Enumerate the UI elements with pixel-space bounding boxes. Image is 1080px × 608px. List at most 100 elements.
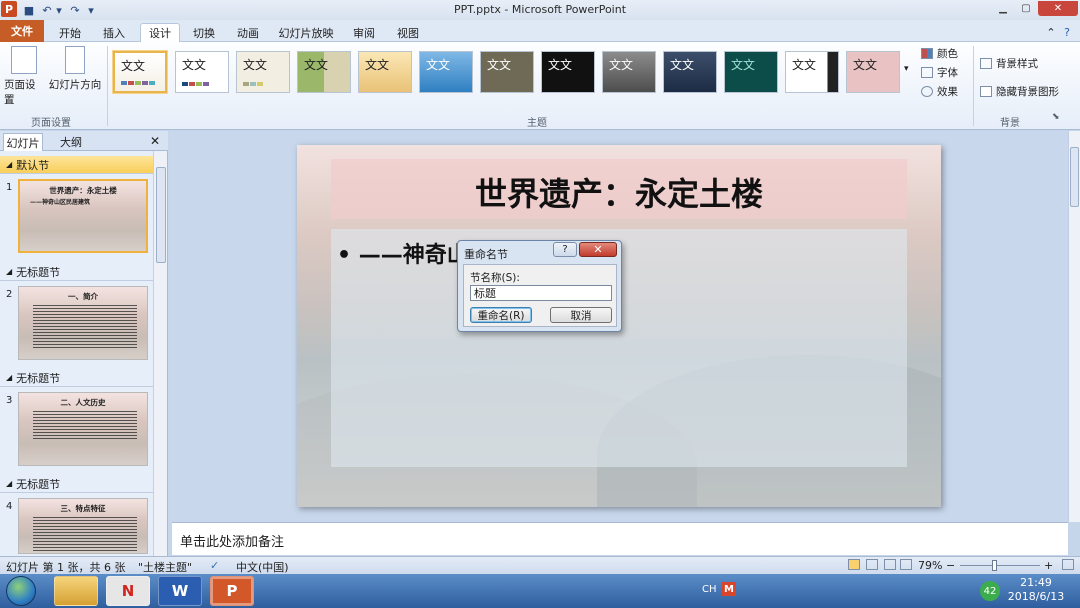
slide-count-status: 幻灯片 第 1 张，共 6 张 bbox=[6, 561, 126, 574]
minimize-icon[interactable]: ▁ bbox=[992, 1, 1014, 16]
slide-thumbnail-title: 一、简介 bbox=[68, 292, 98, 301]
normal-view-icon[interactable] bbox=[848, 559, 860, 570]
window-title: PPT.pptx - Microsoft PowerPoint bbox=[453, 3, 627, 16]
collapse-triangle-icon[interactable]: ◢ bbox=[6, 267, 12, 276]
file-explorer-icon[interactable] bbox=[54, 576, 98, 606]
background-styles-button[interactable]: 背景样式 bbox=[980, 56, 1038, 71]
zoom-in-button[interactable]: + bbox=[1044, 559, 1053, 572]
group-divider bbox=[973, 46, 974, 126]
notes-pane[interactable]: 单击此处添加备注 bbox=[172, 522, 1068, 555]
theme-thumbnail-clarity[interactable]: 文文 bbox=[602, 51, 656, 93]
input-language-indicator[interactable]: CH bbox=[702, 584, 717, 595]
zoom-slider-handle[interactable] bbox=[992, 560, 997, 571]
fonts-icon bbox=[921, 67, 933, 78]
page-setup-icon bbox=[11, 46, 37, 74]
spell-check-icon[interactable]: ✓ bbox=[210, 559, 219, 572]
theme-colors-button[interactable]: 颜色 bbox=[921, 46, 958, 61]
theme-thumbnail-civic[interactable]: 文文 bbox=[541, 51, 595, 93]
reading-view-icon[interactable] bbox=[884, 559, 896, 570]
tab-review[interactable]: 审阅 bbox=[346, 23, 382, 42]
background-dialog-launcher-icon[interactable]: ⬊ bbox=[1052, 112, 1060, 122]
section-header[interactable]: ◢ 默认节 bbox=[0, 156, 153, 174]
section-header[interactable]: ◢ 无标题节 bbox=[0, 263, 153, 281]
fit-slide-icon[interactable] bbox=[1062, 559, 1074, 570]
slideshow-view-icon[interactable] bbox=[900, 559, 912, 570]
page-setup-button[interactable]: 页面设置 bbox=[4, 46, 44, 107]
theme-thumbnail-adjacency[interactable]: 文文 bbox=[236, 51, 290, 93]
tab-animations[interactable]: 动画 bbox=[230, 23, 266, 42]
slide-thumbnail-title: 世界遗产：永定土楼 bbox=[49, 186, 117, 195]
slide-vertical-scrollbar[interactable] bbox=[1068, 131, 1080, 522]
theme-thumbnail-current[interactable]: 文文 bbox=[113, 51, 167, 93]
clock-date: 2018/6/13 bbox=[1007, 590, 1065, 603]
dialog-close-button[interactable]: ✕ bbox=[579, 242, 617, 257]
slide-thumbnail[interactable]: 世界遗产：永定土楼 ——神奇山区民居建筑 bbox=[18, 179, 148, 253]
collapse-triangle-icon[interactable]: ◢ bbox=[6, 479, 12, 488]
section-header[interactable]: ◢ 无标题节 bbox=[0, 369, 153, 387]
theme-effects-button[interactable]: 效果 bbox=[921, 84, 958, 99]
ribbon: 页面设置 幻灯片方向 页面设置 文文 文文 文文 文文 文文 文文 文文 文文 … bbox=[0, 42, 1080, 130]
rename-button[interactable]: 重命名(R) bbox=[470, 307, 532, 323]
slide-thumbnail-subtitle: ——神奇山区民居建筑 bbox=[30, 199, 91, 206]
slide-thumbnail[interactable]: 二、人文历史 bbox=[18, 392, 148, 466]
tab-transitions[interactable]: 切换 bbox=[186, 23, 222, 42]
theme-thumbnail-concourse[interactable]: 文文 bbox=[724, 51, 778, 93]
tab-file[interactable]: 文件 bbox=[0, 20, 44, 42]
scrollbar-thumb[interactable] bbox=[156, 167, 166, 263]
slide-number: 3 bbox=[6, 395, 13, 406]
theme-thumbnail-office[interactable]: 文文 bbox=[175, 51, 229, 93]
section-header[interactable]: ◢ 无标题节 bbox=[0, 475, 153, 493]
tab-view[interactable]: 视图 bbox=[390, 23, 426, 42]
word-icon[interactable]: W bbox=[158, 576, 202, 606]
help-icon[interactable]: ? bbox=[1060, 23, 1074, 42]
tab-slides[interactable]: 幻灯片 bbox=[3, 133, 43, 151]
system-clock[interactable]: 21:49 2018/6/13 bbox=[1004, 576, 1068, 604]
theme-thumbnail-apex[interactable]: 文文 bbox=[358, 51, 412, 93]
slide-thumbnail[interactable]: 三、特点特征 bbox=[18, 498, 148, 554]
slide-thumbnail-title: 三、特点特征 bbox=[60, 504, 106, 513]
close-window-button[interactable]: ✕ bbox=[1038, 1, 1078, 16]
tab-insert[interactable]: 插入 bbox=[96, 23, 132, 42]
theme-fonts-button[interactable]: 字体 bbox=[921, 65, 958, 80]
hide-background-graphics-checkbox[interactable]: 隐藏背景图形 bbox=[980, 84, 1059, 99]
tray-badge[interactable]: 42 bbox=[980, 581, 1000, 601]
maximize-icon[interactable]: ▢ bbox=[1015, 1, 1037, 16]
cancel-button[interactable]: 取消 bbox=[550, 307, 612, 323]
theme-gallery-more-icon[interactable]: ▾ bbox=[904, 64, 909, 74]
ime-icon[interactable]: M bbox=[722, 582, 736, 596]
theme-thumbnail-elemental[interactable]: 文文 bbox=[846, 51, 900, 93]
collapse-ribbon-icon[interactable]: ⌃ bbox=[1044, 23, 1058, 42]
powerpoint-taskbar-icon[interactable]: P bbox=[210, 576, 254, 606]
dialog-help-button[interactable]: ? bbox=[553, 242, 577, 257]
collapse-triangle-icon[interactable]: ◢ bbox=[6, 373, 12, 382]
theme-thumbnail-composite[interactable]: 文文 bbox=[663, 51, 717, 93]
theme-thumbnail-angles[interactable]: 文文 bbox=[297, 51, 351, 93]
slides-panel-scrollbar[interactable] bbox=[153, 151, 167, 556]
background-styles-icon bbox=[980, 58, 992, 69]
slide-thumbnail[interactable]: 一、简介 bbox=[18, 286, 148, 360]
section-name-input[interactable] bbox=[470, 285, 612, 301]
tab-design[interactable]: 设计 bbox=[140, 23, 180, 42]
section-name: 无标题节 bbox=[16, 265, 61, 279]
group-divider bbox=[107, 46, 108, 126]
zoom-level[interactable]: 79% bbox=[918, 559, 942, 572]
taskbar: N W P CH M 42 21:49 2018/6/13 bbox=[0, 574, 1080, 608]
slide-title-placeholder[interactable]: 世界遗产：永定土楼 bbox=[331, 159, 907, 219]
scrollbar-thumb[interactable] bbox=[1070, 147, 1079, 207]
theme-thumbnail-couture[interactable]: 文文 bbox=[785, 51, 839, 93]
slide-sorter-view-icon[interactable] bbox=[866, 559, 878, 570]
theme-thumbnail-austin[interactable]: 文文 bbox=[419, 51, 473, 93]
zoom-slider[interactable] bbox=[960, 565, 1040, 566]
start-button[interactable] bbox=[6, 576, 36, 606]
netease-app-icon[interactable]: N bbox=[106, 576, 150, 606]
tab-home[interactable]: 开始 bbox=[52, 23, 88, 42]
slide-orientation-button[interactable]: 幻灯片方向 bbox=[48, 46, 102, 92]
close-panel-icon[interactable]: ✕ bbox=[150, 134, 160, 148]
collapse-triangle-icon[interactable]: ◢ bbox=[6, 160, 12, 169]
zoom-out-button[interactable]: − bbox=[946, 559, 955, 572]
slides-panel-tabs: 幻灯片 大纲 ✕ bbox=[0, 131, 168, 151]
tab-outline[interactable]: 大纲 bbox=[50, 133, 92, 151]
tab-slideshow[interactable]: 幻灯片放映 bbox=[274, 23, 338, 42]
language-status[interactable]: 中文(中国) bbox=[236, 559, 289, 575]
theme-thumbnail-black-tie[interactable]: 文文 bbox=[480, 51, 534, 93]
